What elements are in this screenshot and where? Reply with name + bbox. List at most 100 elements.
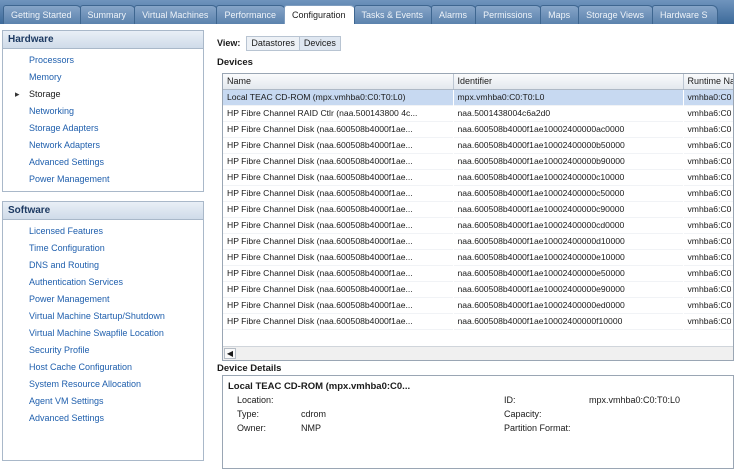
table-cell: vmhba0:C0 xyxy=(683,89,733,105)
column-header-identifier[interactable]: Identifier xyxy=(453,74,684,90)
software-item-virtual-machine-swapfile-location[interactable]: Virtual Machine Swapfile Location xyxy=(3,325,203,342)
table-row[interactable]: HP Fibre Channel Disk (naa.600508b4000f1… xyxy=(223,201,733,217)
table-cell: naa.600508b4000f1ae10002400000ac0000 xyxy=(457,124,625,134)
table-row[interactable]: Local TEAC CD-ROM (mpx.vmhba0:C0:T0:L0) m… xyxy=(223,89,733,105)
table-cell: naa.600508b4000f1ae10002400000b90000 xyxy=(457,156,625,166)
table-cell: vmhba6:C0 xyxy=(687,204,732,214)
id-value: mpx.vmhba0:C0:T0:L0 xyxy=(589,395,681,405)
tab-virtual-machines[interactable]: Virtual Machines xyxy=(134,5,219,24)
table-row[interactable]: HP Fibre Channel Disk (naa.600508b4000f1… xyxy=(223,169,733,185)
software-panel: Software Licensed Features Time Configura… xyxy=(2,201,204,461)
device-details-title: Device Details xyxy=(217,363,282,374)
table-cell: vmhba6:C0 xyxy=(687,300,732,310)
hardware-item-storage-adapters[interactable]: Storage Adapters xyxy=(3,120,203,137)
scroll-left-icon[interactable]: ◀ xyxy=(224,348,236,359)
tab-tasks-events[interactable]: Tasks & Events xyxy=(353,5,434,24)
hardware-item-network-adapters[interactable]: Network Adapters xyxy=(3,137,203,154)
table-row[interactable]: HP Fibre Channel Disk (naa.600508b4000f1… xyxy=(223,265,733,281)
software-header: Software xyxy=(3,202,203,220)
table-cell: naa.600508b4000f1ae10002400000f10000 xyxy=(457,316,623,326)
column-header-runtime-na[interactable]: Runtime Na xyxy=(683,74,733,90)
table-cell: mpx.vmhba0:C0:T0:L0 xyxy=(453,89,683,105)
table-cell: vmhba6:C0 xyxy=(687,172,732,182)
owner-value: NMP xyxy=(301,423,321,433)
table-cell: vmhba6:C0 xyxy=(687,156,732,166)
table-cell: HP Fibre Channel Disk (naa.600508b4000f1… xyxy=(227,172,413,182)
hardware-item-power-management[interactable]: Power Management xyxy=(3,171,203,188)
table-row[interactable]: HP Fibre Channel Disk (naa.600508b4000f1… xyxy=(223,217,733,233)
devices-button[interactable]: Devices xyxy=(298,36,341,51)
horizontal-scrollbar[interactable]: ◀ xyxy=(223,346,733,360)
table-row[interactable]: HP Fibre Channel Disk (naa.600508b4000f1… xyxy=(223,121,733,137)
tab-strip: Getting Started Summary Virtual Machines Pe… xyxy=(0,0,734,24)
table-cell: HP Fibre Channel Disk (naa.600508b4000f1… xyxy=(227,124,413,134)
software-item-dns-and-routing[interactable]: DNS and Routing xyxy=(3,257,203,274)
table-cell: naa.600508b4000f1ae10002400000e90000 xyxy=(457,284,625,294)
device-name: Local TEAC CD-ROM (mpx.vmhba0:C0... xyxy=(228,381,411,392)
table-row[interactable]: HP Fibre Channel Disk (naa.600508b4000f1… xyxy=(223,249,733,265)
table-cell: naa.600508b4000f1ae10002400000d10000 xyxy=(457,236,625,246)
devices-title: Devices xyxy=(217,57,253,68)
software-item-licensed-features[interactable]: Licensed Features xyxy=(3,223,203,240)
table-cell: naa.600508b4000f1ae10002400000ed0000 xyxy=(457,300,625,310)
table-cell: naa.600508b4000f1ae10002400000c10000 xyxy=(457,172,625,182)
software-item-security-profile[interactable]: Security Profile xyxy=(3,342,203,359)
software-item-host-cache-configuration[interactable]: Host Cache Configuration xyxy=(3,359,203,376)
hardware-item-processors[interactable]: Processors xyxy=(3,52,203,69)
table-cell: vmhba6:C0 xyxy=(687,124,732,134)
table-row[interactable]: HP Fibre Channel Disk (naa.600508b4000f1… xyxy=(223,297,733,313)
table-row[interactable]: HP Fibre Channel Disk (naa.600508b4000f1… xyxy=(223,313,733,329)
software-item-authentication-services[interactable]: Authentication Services xyxy=(3,274,203,291)
table-row[interactable]: HP Fibre Channel Disk (naa.600508b4000f1… xyxy=(223,185,733,201)
table-cell: vmhba6:C0 xyxy=(687,220,732,230)
software-item-time-configuration[interactable]: Time Configuration xyxy=(3,240,203,257)
tab-alarms[interactable]: Alarms xyxy=(431,5,478,24)
column-header-name[interactable]: Name xyxy=(223,74,454,90)
tab-storage-views[interactable]: Storage Views xyxy=(578,5,654,24)
table-cell: HP Fibre Channel Disk (naa.600508b4000f1… xyxy=(227,284,413,294)
hardware-item-storage[interactable]: Storage xyxy=(3,86,203,103)
devices-table: Name Identifier Runtime Na Local TEAC CD-R… xyxy=(222,73,734,361)
table-cell: HP Fibre Channel Disk (naa.600508b4000f1… xyxy=(227,236,413,246)
table-cell: vmhba6:C0 xyxy=(687,316,732,326)
table-cell: HP Fibre Channel Disk (naa.600508b4000f1… xyxy=(227,316,413,326)
table-cell: HP Fibre Channel Disk (naa.600508b4000f1… xyxy=(227,140,413,150)
table-cell: naa.600508b4000f1ae10002400000cd0000 xyxy=(457,220,625,230)
tab-getting-started[interactable]: Getting Started xyxy=(3,5,82,24)
tab-permissions[interactable]: Permissions xyxy=(475,5,543,24)
tab-hardware-s[interactable]: Hardware S xyxy=(651,5,718,24)
id-label: ID: xyxy=(504,395,516,405)
tab-configuration[interactable]: Configuration xyxy=(283,5,356,24)
table-cell: naa.600508b4000f1ae10002400000e10000 xyxy=(457,252,625,262)
config-nav: Hardware ProcessorsMemoryStorageNetworki… xyxy=(0,30,207,469)
software-item-virtual-machine-startup-shutdown[interactable]: Virtual Machine Startup/Shutdown xyxy=(3,308,203,325)
hardware-list: ProcessorsMemoryStorageNetworkingStorage… xyxy=(3,49,203,192)
software-item-advanced-settings[interactable]: Advanced Settings xyxy=(3,410,203,427)
table-cell: vmhba6:C0 xyxy=(687,188,732,198)
hardware-item-advanced-settings[interactable]: Advanced Settings xyxy=(3,154,203,171)
tab-maps[interactable]: Maps xyxy=(540,5,581,24)
software-item-system-resource-allocation[interactable]: System Resource Allocation xyxy=(3,376,203,393)
tab-performance[interactable]: Performance xyxy=(216,5,286,24)
table-row[interactable]: HP Fibre Channel Disk (naa.600508b4000f1… xyxy=(223,153,733,169)
software-item-power-management[interactable]: Power Management xyxy=(3,291,203,308)
device-details-panel: Local TEAC CD-ROM (mpx.vmhba0:C0... Loca… xyxy=(222,375,734,469)
capacity-label: Capacity: xyxy=(504,409,542,419)
table-row[interactable]: HP Fibre Channel RAID Ctlr (naa.50014380… xyxy=(223,105,733,121)
table-row[interactable]: HP Fibre Channel Disk (naa.600508b4000f1… xyxy=(223,281,733,297)
table-row[interactable]: HP Fibre Channel Disk (naa.600508b4000f1… xyxy=(223,137,733,153)
table-cell: vmhba6:C0 xyxy=(687,284,732,294)
table-cell: vmhba6:C0 xyxy=(687,236,732,246)
datastores-button[interactable]: Datastores xyxy=(246,36,300,51)
software-item-agent-vm-settings[interactable]: Agent VM Settings xyxy=(3,393,203,410)
table-cell: vmhba6:C0 xyxy=(687,108,732,118)
table-cell: Local TEAC CD-ROM (mpx.vmhba0:C0:T0:L0) xyxy=(223,89,453,105)
view-switcher: View: Datastores Devices xyxy=(217,36,341,52)
hardware-item-memory[interactable]: Memory xyxy=(3,69,203,86)
table-cell: HP Fibre Channel Disk (naa.600508b4000f1… xyxy=(227,220,413,230)
tab-summary[interactable]: Summary xyxy=(79,5,137,24)
hardware-header: Hardware xyxy=(3,31,203,49)
owner-label: Owner: xyxy=(237,423,267,433)
hardware-item-networking[interactable]: Networking xyxy=(3,103,203,120)
table-row[interactable]: HP Fibre Channel Disk (naa.600508b4000f1… xyxy=(223,233,733,249)
